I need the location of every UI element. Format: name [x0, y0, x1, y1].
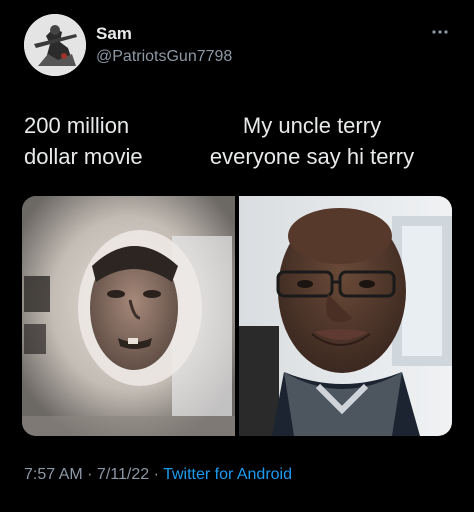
meta-separator: · [149, 466, 164, 483]
meta-separator: · [82, 466, 97, 483]
tweet-time[interactable]: 7:57 AM [24, 466, 83, 483]
author-handle[interactable]: @PatriotsGun7798 [96, 48, 232, 66]
caption-left: 200 million dollar movie [24, 110, 204, 172]
caption-right: My uncle terry everyone say hi terry [186, 110, 438, 172]
caption-left-line1: 200 million [24, 113, 130, 138]
author-name[interactable]: Sam [96, 24, 132, 44]
caption-right-line1: My uncle terry [242, 113, 382, 138]
tweet-source-link[interactable]: Twitter for Android [163, 466, 292, 483]
boy-face-photo[interactable] [22, 196, 235, 436]
caption-right-line2: everyone say hi terry [209, 144, 415, 169]
caption-left-line2: dollar movie [24, 144, 143, 169]
tweet-meta: 7:57 AM · 7/11/22 · Twitter for Android [24, 466, 292, 484]
tweet: Sam @PatriotsGun7798 200 million dollar … [0, 0, 474, 512]
more-options-icon[interactable] [430, 26, 450, 38]
man-with-glasses-photo[interactable] [239, 196, 452, 436]
tweet-date[interactable]: 7/11/22 [97, 466, 149, 483]
tweet-media[interactable] [22, 196, 452, 436]
soldier-avatar-icon[interactable] [24, 14, 86, 76]
